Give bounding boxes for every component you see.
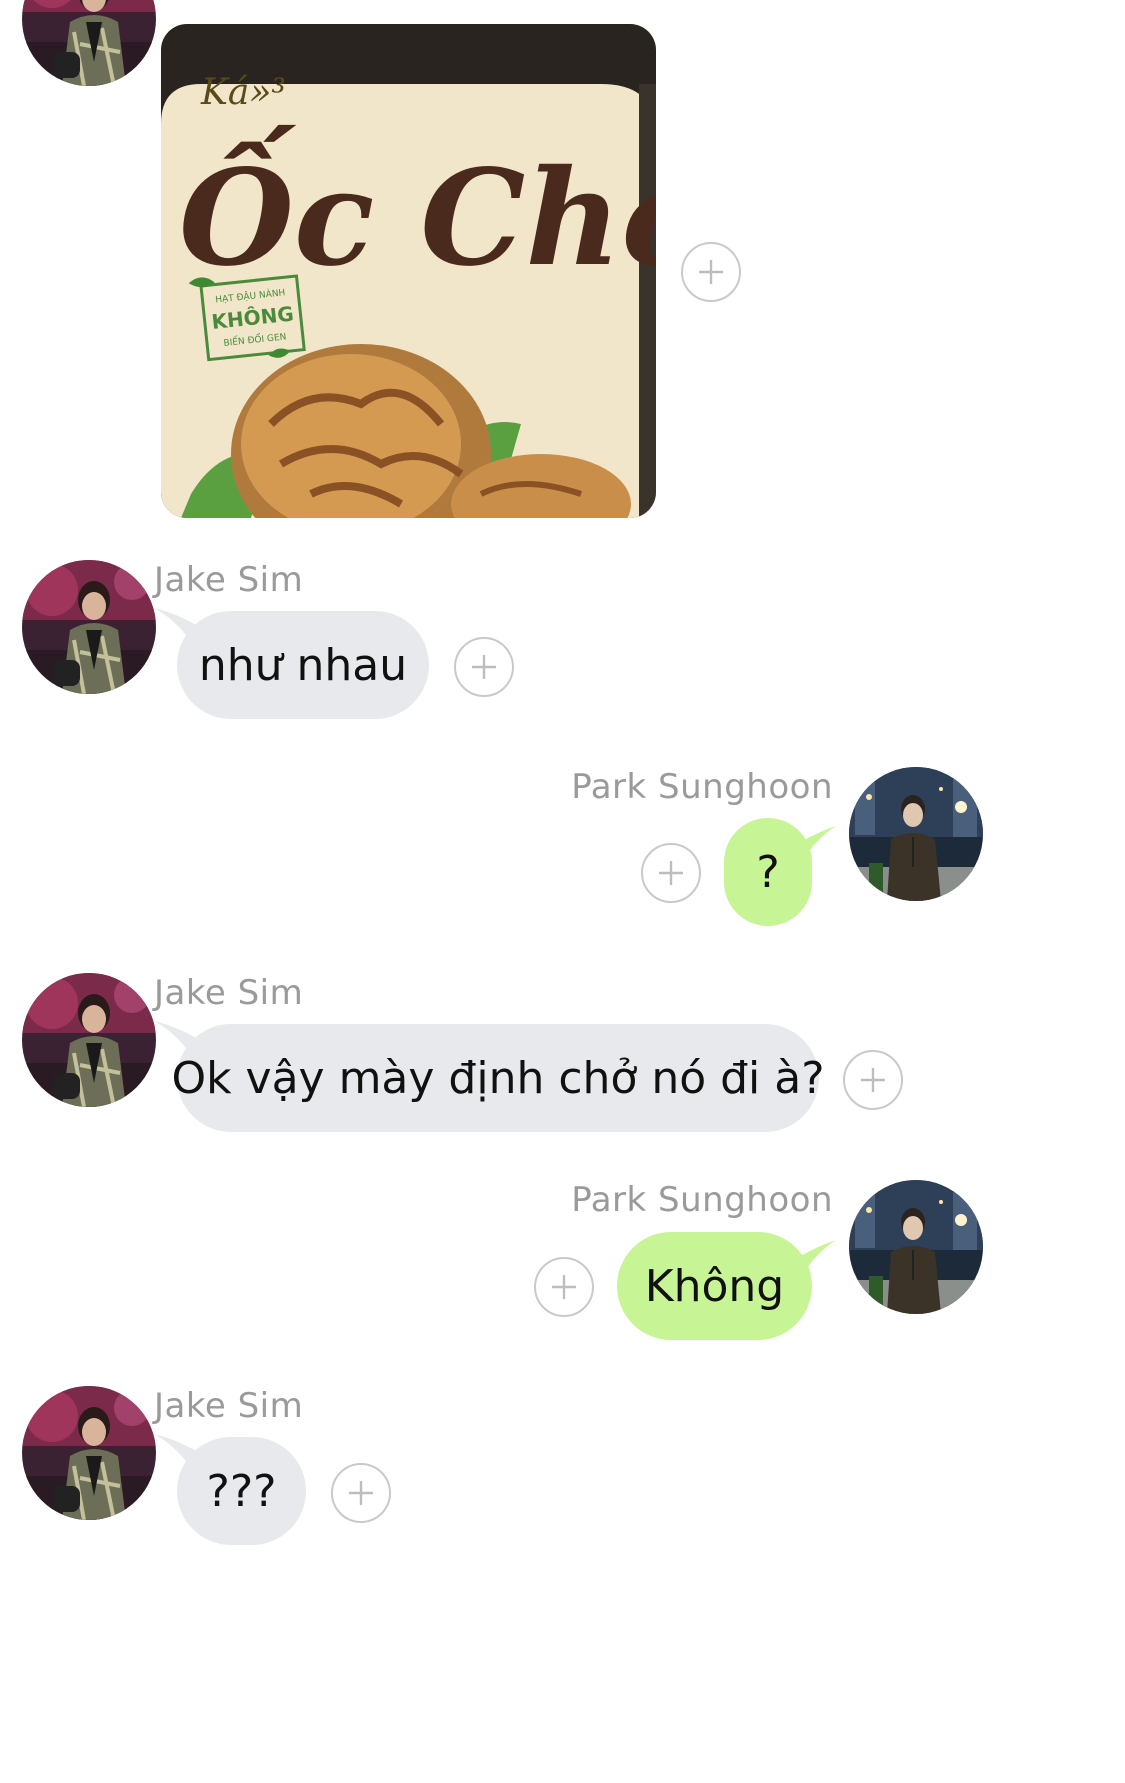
plus-icon xyxy=(552,1275,576,1299)
sender-name: Park Sunghoon xyxy=(571,1180,833,1220)
walnut-package-image: Ká»³ Ốc Chó HẠT ĐẬU NÀNH KHÔNG BIẾN ĐỔI … xyxy=(161,24,656,518)
message-text: ??? xyxy=(206,1465,277,1517)
message-bubble[interactable]: Ok vậy mày định chở nó đi à? xyxy=(171,1024,825,1132)
message-bubble[interactable]: như nhau xyxy=(177,611,429,719)
svg-text:Ká»³: Ká»³ xyxy=(200,72,286,113)
brand-text: Ốc Chó xyxy=(179,123,656,296)
message-text: như nhau xyxy=(198,639,408,691)
add-reaction-button[interactable] xyxy=(681,242,741,302)
sender-name: Park Sunghoon xyxy=(571,767,833,807)
avatar-jake-sim[interactable] xyxy=(22,1386,156,1520)
add-reaction-button[interactable] xyxy=(331,1463,391,1523)
plus-icon xyxy=(699,260,723,284)
avatar-park-sunghoon[interactable] xyxy=(849,767,983,901)
message-bubble[interactable]: Không xyxy=(617,1232,812,1340)
sender-name: Jake Sim xyxy=(154,1386,304,1426)
message-bubble[interactable]: ??? xyxy=(177,1437,306,1545)
message-text: Không xyxy=(644,1260,785,1312)
photo-message[interactable]: Ká»³ Ốc Chó HẠT ĐẬU NÀNH KHÔNG BIẾN ĐỔI … xyxy=(161,24,656,518)
add-reaction-button[interactable] xyxy=(843,1050,903,1110)
plus-icon xyxy=(349,1481,373,1505)
avatar-jake-sim[interactable] xyxy=(22,0,156,86)
plus-icon xyxy=(861,1068,885,1092)
message-text: ? xyxy=(756,846,780,898)
message-bubble[interactable]: ? xyxy=(724,818,812,926)
add-reaction-button[interactable] xyxy=(641,843,701,903)
avatar-park-sunghoon[interactable] xyxy=(849,1180,983,1314)
avatar-jake-sim[interactable] xyxy=(22,560,156,694)
plus-icon xyxy=(472,655,496,679)
sender-name: Jake Sim xyxy=(154,560,304,600)
avatar-jake-sim[interactable] xyxy=(22,973,156,1107)
sender-name: Jake Sim xyxy=(154,973,304,1013)
message-text: Ok vậy mày định chở nó đi à? xyxy=(171,1052,825,1104)
add-reaction-button[interactable] xyxy=(534,1257,594,1317)
add-reaction-button[interactable] xyxy=(454,637,514,697)
plus-icon xyxy=(659,861,683,885)
